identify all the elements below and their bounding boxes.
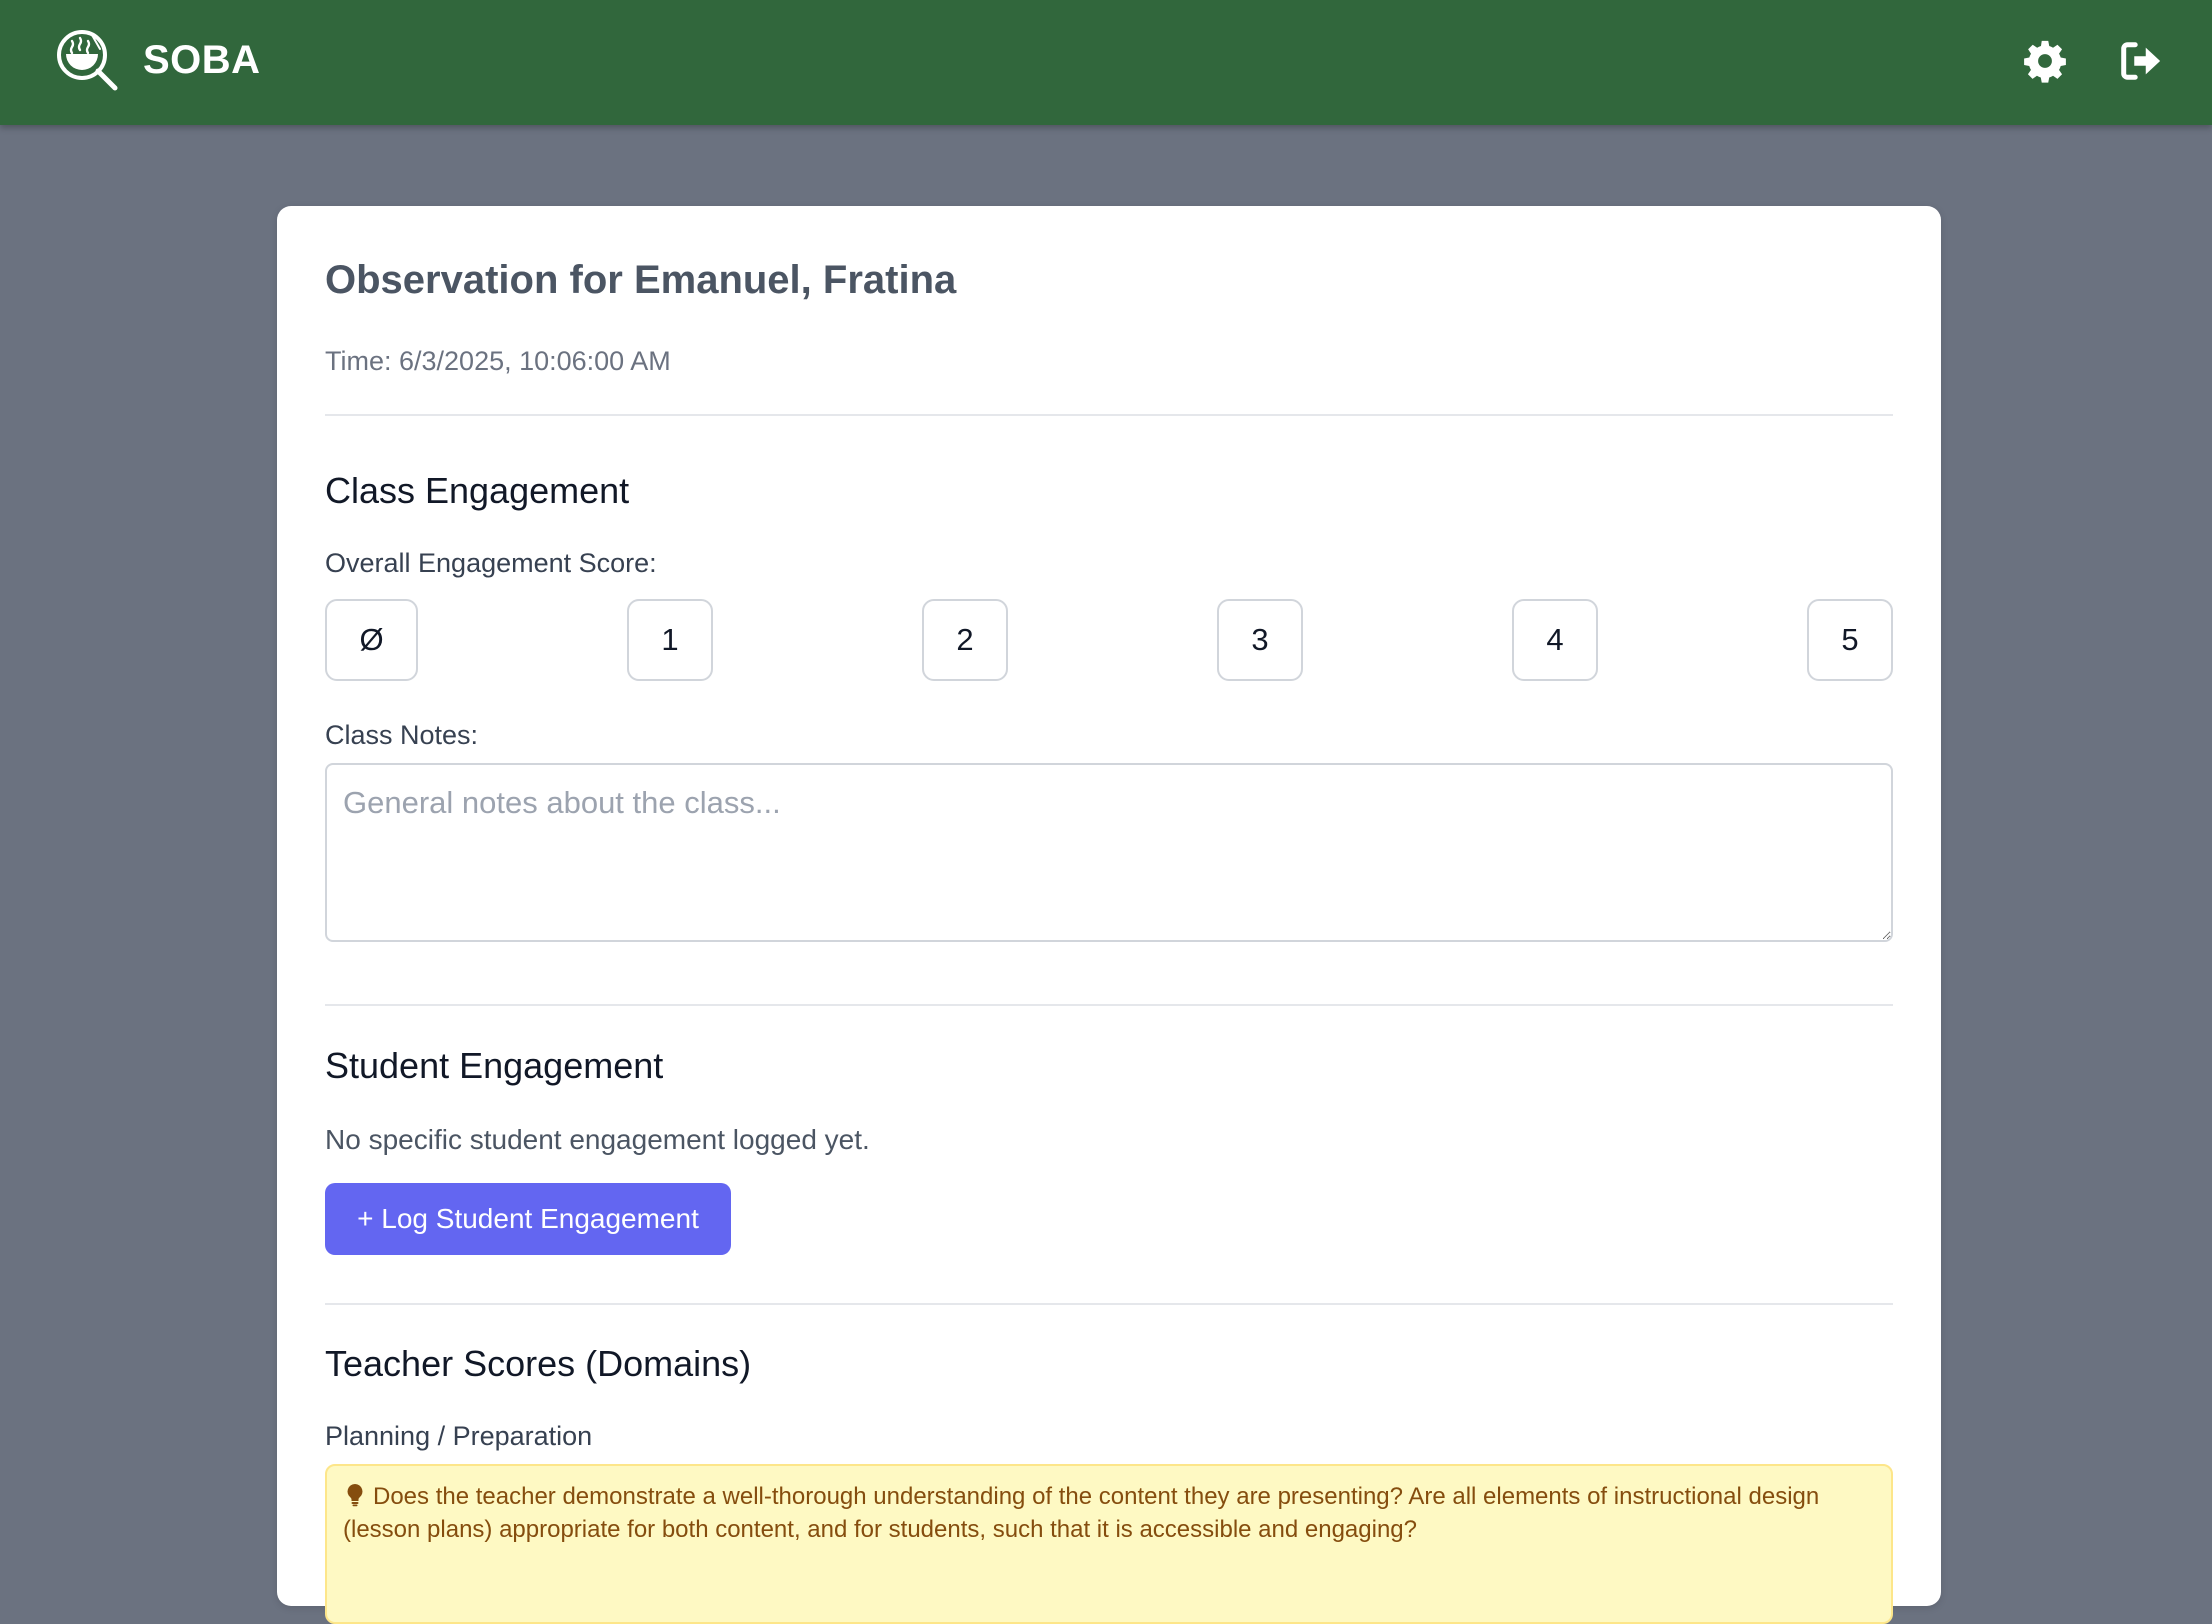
class-notes-label: Class Notes: — [325, 720, 479, 750]
log-student-engagement-button[interactable]: + Log Student Engagement — [325, 1183, 731, 1255]
class-notes-textarea[interactable] — [325, 763, 1893, 942]
domain-label-planning: Planning / Preparation — [325, 1421, 593, 1451]
engagement-score-selector: Ø 1 2 3 4 5 — [325, 599, 1893, 683]
score-button-3[interactable]: 3 — [1217, 599, 1303, 681]
observation-card: Observation for Emanuel, Fratina Time: 6… — [277, 206, 1941, 1624]
class-engagement-heading: Class Engagement — [325, 470, 630, 511]
logout-button[interactable] — [2117, 38, 2163, 84]
student-engagement-heading: Student Engagement — [325, 1045, 664, 1086]
settings-button[interactable] — [2022, 38, 2068, 84]
observation-time: Time: 6/3/2025, 10:06:00 AM — [325, 346, 671, 376]
score-button-5[interactable]: 5 — [1807, 599, 1893, 681]
divider — [325, 414, 1893, 416]
divider — [325, 1004, 1893, 1006]
teacher-scores-heading: Teacher Scores (Domains) — [325, 1343, 752, 1384]
student-engagement-empty-text: No specific student engagement logged ye… — [325, 1124, 870, 1155]
brand[interactable]: SOBA — [54, 28, 261, 92]
page-title: Observation for Emanuel, Fratina — [325, 258, 957, 302]
lightbulb-icon — [345, 1483, 365, 1507]
domain-tip-box: Does the teacher demonstrate a well-thor… — [325, 1464, 1893, 1624]
top-navbar: SOBA — [0, 0, 2212, 125]
sign-out-icon — [2121, 42, 2161, 80]
app-name: SOBA — [143, 37, 261, 82]
score-button-4[interactable]: 4 — [1512, 599, 1598, 681]
divider — [325, 1303, 1893, 1305]
ramen-magnifier-icon — [57, 30, 118, 91]
score-button-2[interactable]: 2 — [922, 599, 1008, 681]
score-button-1[interactable]: 1 — [627, 599, 713, 681]
gear-icon — [2024, 40, 2066, 83]
domain-tip-text: Does the teacher demonstrate a well-thor… — [343, 1483, 1820, 1543]
engagement-score-label: Overall Engagement Score: — [325, 548, 657, 578]
score-button-none[interactable]: Ø — [325, 599, 418, 681]
